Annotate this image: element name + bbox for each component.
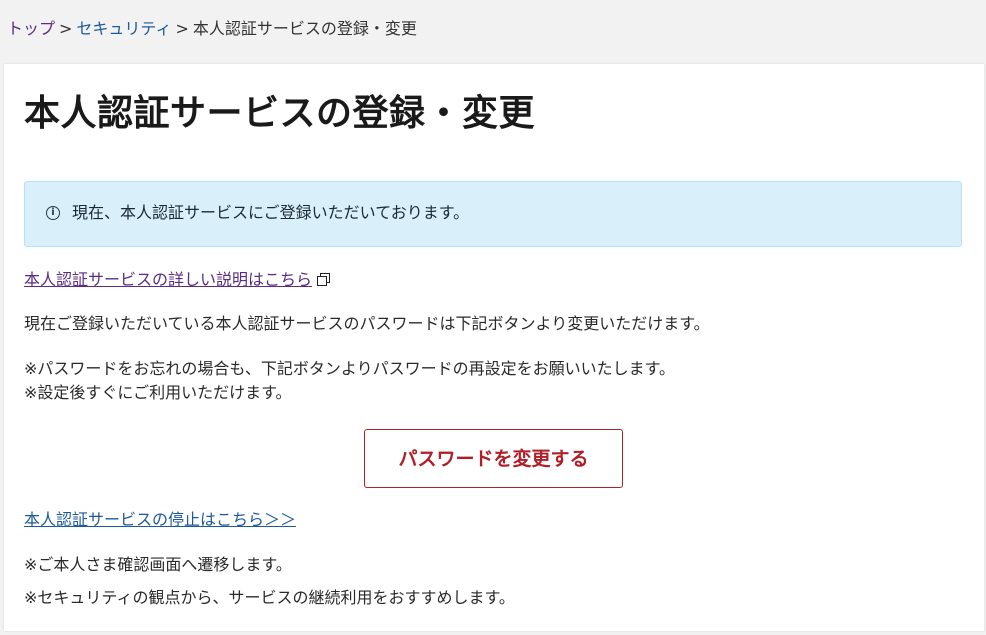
change-password-button[interactable]: パスワードを変更する [364, 429, 623, 488]
breadcrumb-current: 本人認証サービスの登録・変更 [192, 19, 417, 38]
info-message-box: i 現在、本人認証サービスにご登録いただいております。 [24, 181, 962, 247]
recommend-note: ※セキュリティの観点から、サービスの継続利用をおすすめします。 [24, 588, 515, 607]
info-message-text: 現在、本人認証サービスにご登録いただいております。 [72, 203, 470, 222]
available-immediately-note: ※設定後すぐにご利用いただけます。 [24, 383, 292, 402]
transition-note: ※ご本人さま確認画面へ遷移します。 [24, 555, 292, 574]
forgot-password-note: ※パスワードをお忘れの場合も、下記ボタンよりパスワードの再設定をお願いいたします… [24, 359, 676, 378]
stop-service-link[interactable]: 本人認証サービスの停止はこちら＞＞ [24, 509, 296, 531]
page-title: 本人認証サービスの登録・変更 [24, 93, 536, 134]
breadcrumb-top-link[interactable]: トップ [7, 19, 55, 38]
breadcrumb: トップ > セキュリティ > 本人認証サービスの登録・変更 [7, 19, 417, 39]
breadcrumb-security-link[interactable]: セキュリティ [76, 19, 171, 38]
info-icon: i [46, 206, 60, 220]
password-change-description: 現在ご登録いただいている本人認証サービスのパスワードは下記ボタンより変更いただけ… [24, 314, 710, 333]
breadcrumb-separator: > [59, 19, 73, 38]
breadcrumb-separator: > [175, 19, 189, 38]
service-detail-link[interactable]: 本人認証サービスの詳しい説明はこちら [24, 269, 331, 291]
external-link-icon [317, 273, 331, 286]
service-detail-link-label: 本人認証サービスの詳しい説明はこちら [24, 270, 313, 289]
content-card: 本人認証サービスの登録・変更 i 現在、本人認証サービスにご登録いただいておりま… [4, 64, 984, 631]
